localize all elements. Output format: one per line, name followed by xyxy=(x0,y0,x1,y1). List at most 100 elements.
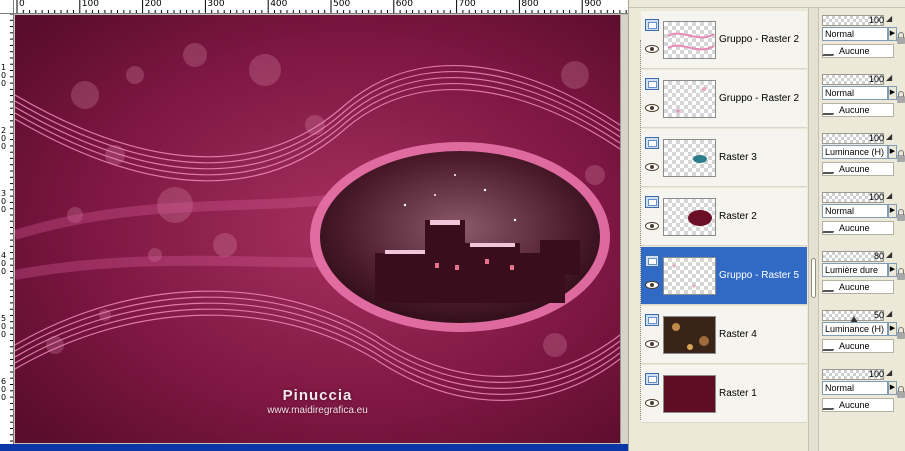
ruler-top-label: 800 xyxy=(521,0,539,9)
layer-visibility-icon[interactable] xyxy=(645,78,659,90)
splitter-handle[interactable] xyxy=(811,258,816,298)
layer-name: Gruppo - Raster 5 xyxy=(719,270,800,281)
blend-mode-arrow-icon[interactable]: ▶ xyxy=(888,263,897,277)
panel-splitter[interactable] xyxy=(808,8,819,451)
mask-field[interactable]: Aucune xyxy=(822,221,894,235)
eye-icon[interactable] xyxy=(645,104,659,112)
lock-icon[interactable] xyxy=(897,268,905,280)
layer-row[interactable]: Raster 1 xyxy=(641,365,807,423)
mask-label: Aucune xyxy=(839,223,870,233)
brush-icon xyxy=(822,282,839,292)
opacity-value: 80 xyxy=(873,251,884,261)
eye-icon[interactable] xyxy=(645,399,659,407)
mask-field[interactable]: Aucune xyxy=(822,280,894,294)
layer-visibility-icon[interactable] xyxy=(645,196,659,208)
blend-mode-select[interactable]: Normal xyxy=(822,86,888,100)
ruler-top-label: 600 xyxy=(395,0,413,9)
ruler-left-label: 4 0 0 xyxy=(1,251,9,277)
ruler-top-label: 700 xyxy=(458,0,476,9)
mask-label: Aucune xyxy=(839,164,870,174)
opacity-value: 100 xyxy=(868,133,884,143)
opacity-stepper[interactable]: ◢ xyxy=(886,250,892,259)
blend-mode-select[interactable]: Luminance (H) xyxy=(822,145,888,159)
lock-icon[interactable] xyxy=(897,386,905,398)
opacity-stepper[interactable]: ◢ xyxy=(886,14,892,23)
mask-field[interactable]: Aucune xyxy=(822,339,894,353)
layer-row[interactable]: Raster 4 xyxy=(641,306,807,364)
blend-mode-arrow-icon[interactable]: ▶ xyxy=(888,86,897,100)
eye-icon[interactable] xyxy=(645,340,659,348)
thumb-bokeh xyxy=(663,80,716,118)
layer-properties-group: 100 ◢ Normal ▶ Aucune xyxy=(820,186,905,244)
mask-field[interactable]: Aucune xyxy=(822,44,894,58)
opacity-stepper[interactable]: ◢ xyxy=(886,132,892,141)
layer-name: Raster 1 xyxy=(719,388,757,399)
blend-mode-select[interactable]: Normal xyxy=(822,381,888,395)
brush-icon xyxy=(822,400,839,410)
ruler-left-label: 5 0 0 xyxy=(1,314,9,340)
blend-mode-select[interactable]: Lumière dure xyxy=(822,263,888,277)
opacity-stepper[interactable]: ◢ xyxy=(886,191,892,200)
canvas-area: 0 100 200 300 400 500 600 700 800 900 1 0 0 2 0 0 3… xyxy=(0,0,628,451)
thumb-teal-shape xyxy=(663,139,716,177)
mask-field[interactable]: Aucune xyxy=(822,103,894,117)
blend-mode-arrow-icon[interactable]: ▶ xyxy=(888,381,897,395)
layer-row[interactable]: Gruppo - Raster 2 xyxy=(641,70,807,128)
layer-row[interactable]: Gruppo - Raster 5 xyxy=(641,247,807,305)
lock-icon[interactable] xyxy=(897,32,905,44)
thumb-dark-oval xyxy=(663,198,716,236)
opacity-value: 50 xyxy=(873,310,884,320)
layer-visibility-icon[interactable] xyxy=(645,373,659,385)
brush-icon xyxy=(822,105,839,115)
eye-icon[interactable] xyxy=(645,163,659,171)
brush-icon xyxy=(822,223,839,233)
brush-icon xyxy=(822,164,839,174)
eye-icon[interactable] xyxy=(645,281,659,289)
opacity-stepper[interactable]: ◢ xyxy=(886,73,892,82)
opacity-stepper[interactable]: ◢ xyxy=(886,309,892,318)
layer-visibility-icon[interactable] xyxy=(645,19,659,31)
blend-mode-select[interactable]: Normal xyxy=(822,27,888,41)
vertical-ruler: 1 0 0 2 0 0 3 0 0 4 0 0 5 0 0 6 0 0 xyxy=(0,14,14,444)
eye-icon[interactable] xyxy=(645,222,659,230)
mask-label: Aucune xyxy=(839,341,870,351)
layer-visibility-icon[interactable] xyxy=(645,314,659,326)
opacity-stepper[interactable]: ◢ xyxy=(886,368,892,377)
mask-label: Aucune xyxy=(839,46,870,56)
layer-properties-group: 100 ◢ Luminance (H) ▶ Aucune xyxy=(820,127,905,185)
eye-icon[interactable] xyxy=(645,45,659,53)
lock-icon[interactable] xyxy=(897,327,905,339)
horizontal-ruler: 0 100 200 300 400 500 600 700 800 900 xyxy=(14,0,628,14)
ruler-left-label: 6 0 0 xyxy=(1,377,9,402)
layer-row[interactable]: Raster 2 xyxy=(641,188,807,246)
blend-mode-select[interactable]: Luminance (H) xyxy=(822,322,888,336)
brush-icon xyxy=(822,46,839,56)
layer-visibility-icon[interactable] xyxy=(645,255,659,267)
vertical-scrollbar[interactable] xyxy=(620,15,628,444)
blend-mode-arrow-icon[interactable]: ▶ xyxy=(888,204,897,218)
layers-palette: Gruppo - Raster 2 Gruppo - Raster 2 Raster… xyxy=(628,0,905,451)
mask-label: Aucune xyxy=(839,282,870,292)
image-canvas[interactable]: Pinuccia www.maidiregrafica.eu xyxy=(15,15,620,443)
mask-label: Aucune xyxy=(839,105,870,115)
ruler-top-label: 200 xyxy=(144,0,162,9)
lock-icon[interactable] xyxy=(897,91,905,103)
lock-icon[interactable] xyxy=(897,209,905,221)
ruler-top-label: 100 xyxy=(81,0,99,9)
blend-mode-arrow-icon[interactable]: ▶ xyxy=(888,322,897,336)
mask-field[interactable]: Aucune xyxy=(822,162,894,176)
layer-visibility-icon[interactable] xyxy=(645,137,659,149)
brush-icon xyxy=(822,341,839,351)
opacity-value: 100 xyxy=(868,74,884,84)
mask-field[interactable]: Aucune xyxy=(822,398,894,412)
opacity-value: 100 xyxy=(868,192,884,202)
blend-mode-arrow-icon[interactable]: ▶ xyxy=(888,27,897,41)
layer-properties-group: 50 ◢ Luminance (H) ▶ Aucune xyxy=(820,304,905,362)
layer-row[interactable]: Gruppo - Raster 2 xyxy=(641,11,807,69)
blend-mode-select[interactable]: Normal xyxy=(822,204,888,218)
blend-mode-arrow-icon[interactable]: ▶ xyxy=(888,145,897,159)
watermark-title: Pinuccia xyxy=(282,387,353,404)
layer-row[interactable]: Raster 3 xyxy=(641,129,807,187)
lock-icon[interactable] xyxy=(897,150,905,162)
layer-properties-group: 100 ◢ Normal ▶ Aucune xyxy=(820,68,905,126)
